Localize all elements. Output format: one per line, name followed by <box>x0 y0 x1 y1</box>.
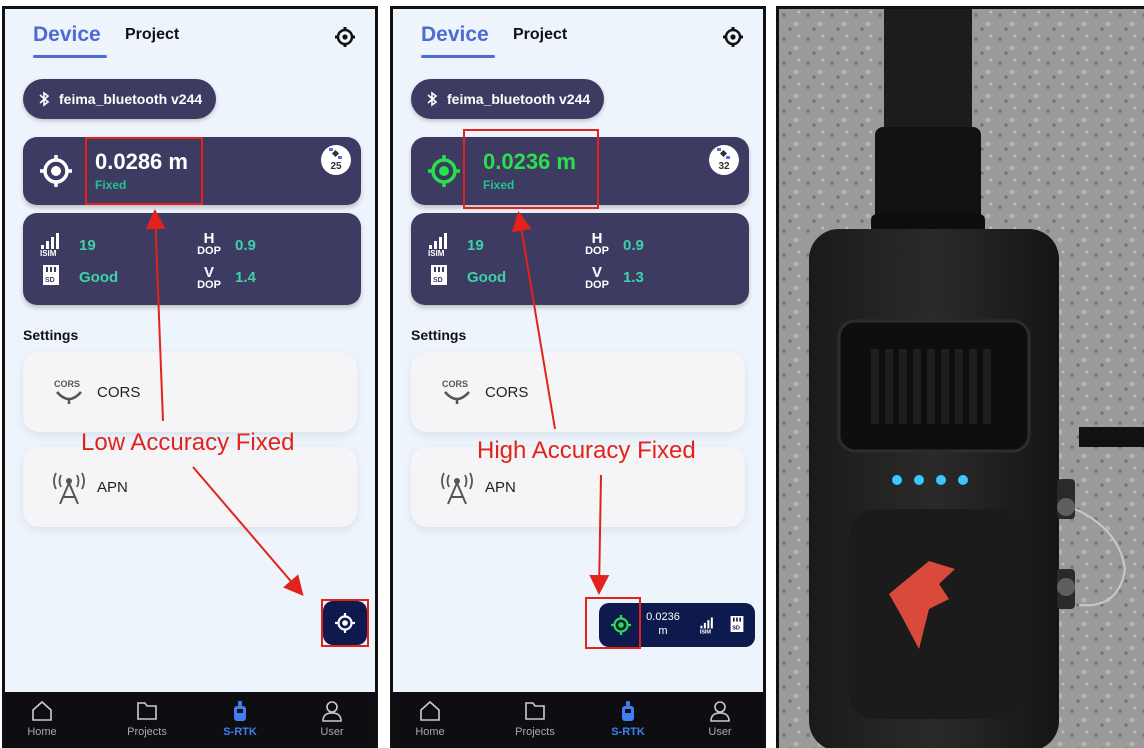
vdop-value: 1.4 <box>235 269 256 286</box>
bluetooth-device-pill[interactable]: feima_bluetooth v244 <box>411 79 605 119</box>
svg-text:SD: SD <box>732 626 740 632</box>
svg-text:CORS: CORS <box>54 379 80 389</box>
highlight-box-mini-bar <box>585 597 641 649</box>
tab-device[interactable]: Device <box>33 23 101 47</box>
hdop-label: H DOP <box>197 230 221 257</box>
nav-home[interactable]: Home <box>395 700 465 738</box>
status-card: ISIM 19 SD Good H DOP 0.9 V DOP 1.3 <box>411 213 749 305</box>
sd-card-icon: SD <box>43 265 59 285</box>
satellite-count: 25 <box>330 161 342 172</box>
sim-signal-icon: ISIM <box>428 233 447 257</box>
satellite-badge: 25 <box>321 145 351 175</box>
mini-accuracy-value: 0.0236 m <box>646 611 680 638</box>
status-card: ISIM 19 SD Good H DOP 0.9 V DOP 1.4 <box>23 213 361 305</box>
nav-user[interactable]: User <box>297 700 367 738</box>
bluetooth-label: feima_bluetooth v244 <box>59 91 203 107</box>
svg-text:ISIM: ISIM <box>428 249 445 257</box>
satellite-count: 32 <box>718 161 730 172</box>
svg-text:ISIM: ISIM <box>40 249 57 257</box>
target-icon <box>40 155 72 187</box>
sd-status-value: Good <box>79 269 119 286</box>
cors-label: CORS <box>97 384 141 401</box>
rtk-device-icon <box>622 701 634 721</box>
bottom-nav: Home Projects S-RTK User <box>5 692 375 748</box>
bluetooth-icon <box>39 91 50 107</box>
sim-signal-value: 19 <box>467 237 484 254</box>
cors-icon: CORS <box>442 379 470 404</box>
highlight-box-accuracy <box>85 137 203 205</box>
annotation-label: Low Accuracy Fixed <box>81 429 295 456</box>
sd-status-value: Good <box>467 269 507 286</box>
cors-settings-item[interactable]: CORS CORS <box>23 352 357 432</box>
settings-heading: Settings <box>411 327 467 343</box>
svg-text:CORS: CORS <box>442 379 468 389</box>
satellite-badge: 32 <box>709 145 739 175</box>
tab-project[interactable]: Project <box>125 26 179 44</box>
vdop-label: V DOP <box>197 264 221 291</box>
tab-project[interactable]: Project <box>513 26 567 44</box>
sim-signal-icon: ISIM <box>700 617 713 634</box>
nav-s-rtk[interactable]: S-RTK <box>205 700 275 738</box>
tab-indicator <box>33 55 107 58</box>
target-icon <box>428 155 460 187</box>
highlight-box-fab <box>321 599 369 647</box>
nav-home[interactable]: Home <box>7 700 77 738</box>
highlight-box-accuracy <box>463 129 599 209</box>
rtk-receiver-illustration <box>779 9 1144 748</box>
cors-settings-item[interactable]: CORS CORS <box>411 352 745 432</box>
phone-screen-low-accuracy: Device Project feima_bluetooth v244 0.02… <box>2 6 378 748</box>
svg-text:ISIM: ISIM <box>700 629 712 634</box>
sim-signal-icon: ISIM <box>40 233 59 257</box>
bottom-nav: Home Projects S-RTK User <box>393 692 763 748</box>
comparison-figure: Device Project feima_bluetooth v244 0.02… <box>0 0 1144 748</box>
nav-s-rtk[interactable]: S-RTK <box>593 700 663 738</box>
settings-gear-icon[interactable] <box>723 27 743 47</box>
nav-projects[interactable]: Projects <box>500 700 570 738</box>
cors-icon: CORS <box>54 379 82 404</box>
settings-heading: Settings <box>23 327 79 343</box>
bluetooth-label: feima_bluetooth v244 <box>447 91 591 107</box>
settings-gear-icon[interactable] <box>335 27 355 47</box>
antenna-tower-icon <box>53 472 85 505</box>
satellite-icon <box>329 148 342 159</box>
header: Device Project <box>5 9 375 69</box>
rtk-receiver-photo <box>776 6 1144 748</box>
bluetooth-device-pill[interactable]: feima_bluetooth v244 <box>23 79 217 119</box>
sim-signal-value: 19 <box>79 237 96 254</box>
nav-user[interactable]: User <box>685 700 755 738</box>
hdop-value: 0.9 <box>623 237 644 254</box>
antenna-tower-icon <box>441 472 473 505</box>
svg-text:SD: SD <box>433 277 443 284</box>
header: Device Project <box>393 9 763 69</box>
svg-text:SD: SD <box>45 277 55 284</box>
user-icon <box>710 701 730 722</box>
vdop-label: V DOP <box>585 264 609 291</box>
bluetooth-icon <box>427 91 438 107</box>
hdop-value: 0.9 <box>235 237 256 254</box>
home-icon <box>420 700 440 721</box>
hdop-label: H DOP <box>585 230 609 257</box>
home-icon <box>32 700 52 721</box>
annotation-label: High Accuracy Fixed <box>477 437 696 464</box>
nav-projects[interactable]: Projects <box>112 700 182 738</box>
apn-label: APN <box>485 479 516 496</box>
tab-device[interactable]: Device <box>421 23 489 47</box>
cors-label: CORS <box>485 384 529 401</box>
vdop-value: 1.3 <box>623 269 644 286</box>
satellite-icon <box>717 148 730 159</box>
sd-card-icon: SD <box>431 265 447 285</box>
user-icon <box>322 701 342 722</box>
apn-settings-item[interactable]: APN <box>23 447 357 527</box>
tab-indicator <box>421 55 495 58</box>
rtk-device-icon <box>234 701 246 721</box>
folder-icon <box>137 702 157 720</box>
apn-label: APN <box>97 479 128 496</box>
folder-icon <box>525 702 545 720</box>
sd-card-icon: SD <box>730 616 744 632</box>
phone-screen-high-accuracy: Device Project feima_bluetooth v244 0.02… <box>390 6 766 748</box>
